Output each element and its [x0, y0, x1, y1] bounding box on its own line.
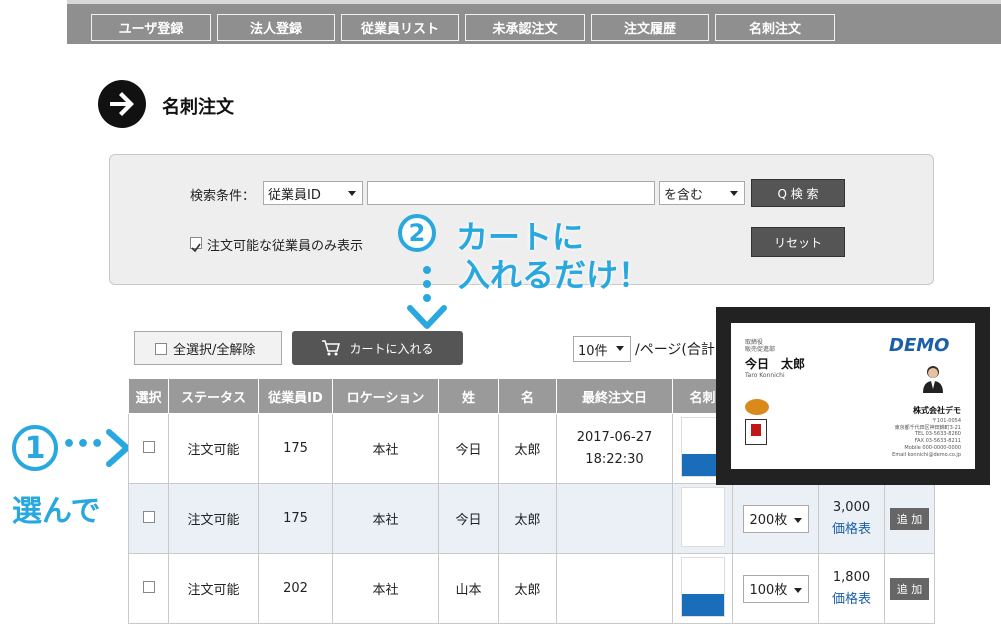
- row-employee-id: 175: [258, 413, 333, 484]
- step2-line2: 入れるだけ！: [458, 256, 651, 294]
- search-field-value: 従業員ID: [268, 187, 321, 203]
- nav-tab-user-register[interactable]: ユーザ登録: [91, 14, 211, 41]
- per-page-select[interactable]: 10件: [573, 336, 631, 362]
- qty-select[interactable]: 100枚: [742, 574, 809, 603]
- nav-tab-order-history[interactable]: 注文履歴: [591, 14, 709, 41]
- card-name: 今日 太郎: [745, 357, 806, 371]
- match-type-value: を含む: [664, 187, 704, 203]
- arrow-down-icon: [407, 266, 447, 329]
- row-status: 注文可能: [168, 553, 259, 624]
- row-last-name: 今日: [438, 413, 499, 484]
- card-email: Email konnichi@demo.co.jp: [892, 452, 961, 458]
- filter-label: 注文可能な従業員のみ表示: [207, 239, 364, 254]
- row-last-name: 今日: [438, 483, 499, 554]
- col-employee-id: 従業員ID: [258, 378, 333, 414]
- row-location: 本社: [332, 483, 439, 554]
- select-all-button[interactable]: 全選択/全解除: [134, 331, 282, 365]
- card-mobile: Mobile 000-0000-0000: [904, 445, 961, 451]
- top-nav: ユーザ登録 法人登録 従業員リスト 未承認注文 注文履歴 名刺注文: [67, 0, 1001, 44]
- chevron-down-icon: [793, 517, 802, 523]
- row-checkbox[interactable]: [142, 510, 155, 523]
- select-all-label: 全選択/全解除: [173, 342, 256, 358]
- search-input[interactable]: [367, 181, 655, 205]
- row-status: 注文可能: [168, 483, 259, 554]
- card-postal: 〒101-0054: [931, 418, 961, 424]
- row-location: 本社: [332, 413, 439, 484]
- price-table-link[interactable]: 価格表: [819, 519, 884, 541]
- row-first-name: 太郎: [498, 553, 557, 624]
- row-checkbox[interactable]: [142, 440, 155, 453]
- avatar: [921, 363, 945, 393]
- nav-tab-employee-list[interactable]: 従業員リスト: [341, 14, 459, 41]
- add-button[interactable]: 追 加: [889, 507, 930, 530]
- badge-icon: [745, 399, 769, 415]
- add-to-cart-label: カートに入れる: [349, 341, 434, 356]
- card-preview: 取締役 販売促進部 今日 太郎 Taro Konnichi DEMO 株式会社デ…: [731, 323, 975, 469]
- chevron-down-icon: [793, 587, 802, 593]
- col-location: ロケーション: [332, 378, 439, 414]
- row-order-time: 18:22:30: [585, 451, 644, 467]
- reset-button[interactable]: リセット: [751, 227, 845, 257]
- row-last-order: [556, 483, 673, 554]
- col-last-order: 最終注文日: [556, 378, 673, 414]
- card-brand-logo: DEMO: [889, 335, 950, 356]
- check-icon: [191, 243, 201, 253]
- nav-tab-card-order[interactable]: 名刺注文: [715, 14, 835, 41]
- step2-badge: 2: [398, 214, 436, 252]
- row-price: 3,000: [832, 499, 871, 515]
- add-to-cart-button[interactable]: カートに入れる: [292, 331, 463, 365]
- search-condition-label: 検索条件：: [190, 189, 256, 204]
- row-location: 本社: [332, 553, 439, 624]
- search-button[interactable]: Q 検 索: [751, 179, 845, 207]
- per-page-suffix: /ページ(合計: [635, 342, 715, 358]
- cart-icon: [322, 340, 341, 356]
- card-fax: FAX 03-5633-8211: [914, 438, 961, 444]
- row-first-name: 太郎: [498, 413, 557, 484]
- table-row: 注文可能 175 本社 今日 太郎 200枚 3,000 価格表 追 加: [128, 483, 935, 554]
- chevron-down-icon: [348, 191, 356, 196]
- nav-tab-unapproved[interactable]: 未承認注文: [465, 14, 585, 41]
- search-field-select[interactable]: 従業員ID: [263, 181, 363, 205]
- per-page-value: 10件: [578, 343, 608, 359]
- card-title-2: 販売促進部: [745, 346, 776, 353]
- page-title: 名刺注文: [162, 97, 234, 118]
- card-company: 株式会社デモ: [913, 406, 961, 415]
- col-first-name: 名: [498, 378, 557, 414]
- card-thumbnail[interactable]: [680, 556, 725, 617]
- card-address: 東京都千代田区神田錦町3-21: [894, 425, 961, 431]
- stamp-icon: [745, 419, 767, 445]
- match-type-select[interactable]: を含む: [659, 181, 745, 205]
- table-row: 注文可能 202 本社 山本 太郎 100枚 1,800 価格表 追 加: [128, 553, 935, 624]
- arrow-right-icon: [98, 80, 146, 128]
- qty-select[interactable]: 200枚: [742, 504, 809, 533]
- card-tel: TEL 03-5633-8260: [914, 431, 961, 437]
- nav-tab-corp-register[interactable]: 法人登録: [217, 14, 335, 41]
- step1-text: 選んで: [12, 494, 101, 529]
- price-table-link[interactable]: 価格表: [819, 589, 884, 611]
- col-status: ステータス: [168, 378, 259, 414]
- row-last-order: 2017-06-27 18:22:30: [556, 413, 673, 484]
- row-checkbox[interactable]: [142, 580, 155, 593]
- select-all-checkbox[interactable]: [155, 343, 167, 355]
- row-last-order: [556, 553, 673, 624]
- step1-dots: •••: [62, 432, 105, 457]
- chevron-down-icon: [616, 346, 624, 351]
- row-order-date: 2017-06-27: [576, 429, 653, 445]
- add-button[interactable]: 追 加: [889, 577, 930, 600]
- chevron-down-icon: [730, 191, 738, 196]
- col-last-name: 姓: [438, 378, 499, 414]
- row-last-name: 山本: [438, 553, 499, 624]
- filter-checkbox[interactable]: [190, 237, 202, 253]
- col-select: 選択: [128, 378, 169, 414]
- card-thumbnail[interactable]: [680, 486, 725, 547]
- card-romaji: Taro Konnichi: [745, 372, 785, 379]
- step1-badge: 1: [12, 425, 58, 471]
- row-employee-id: 175: [258, 483, 333, 554]
- row-status: 注文可能: [168, 413, 259, 484]
- row-employee-id: 202: [258, 553, 333, 624]
- row-first-name: 太郎: [498, 483, 557, 554]
- row-price: 1,800: [832, 569, 871, 585]
